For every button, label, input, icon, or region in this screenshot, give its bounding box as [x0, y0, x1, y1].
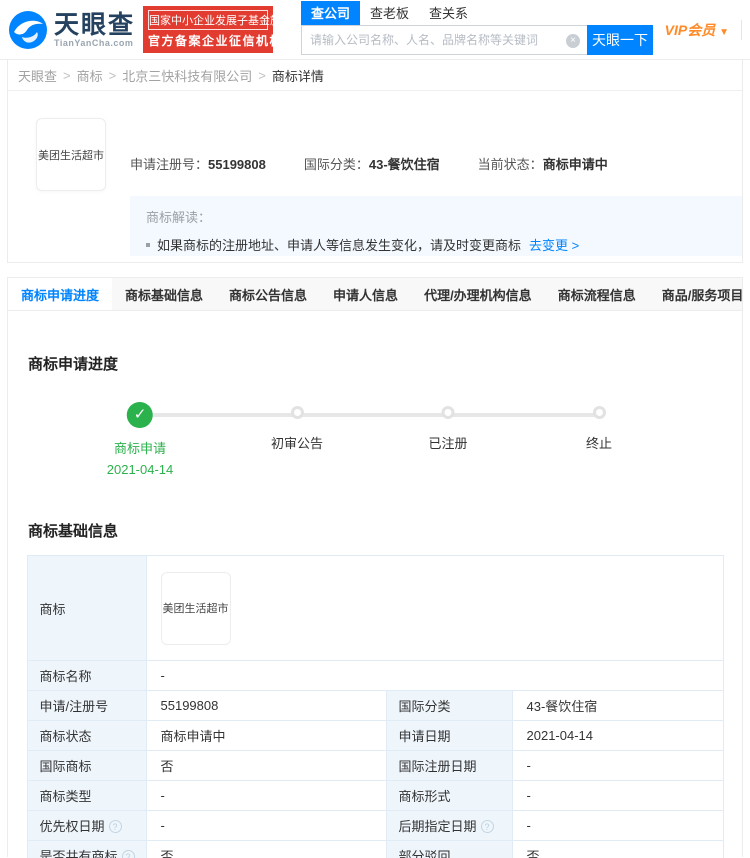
trademark-summary: 美团生活超市 申请注册号：55199808 国际分类：43-餐饮住宿 当前状态：…	[7, 91, 743, 263]
search-button[interactable]: 天眼一下	[587, 25, 654, 55]
step-applied: ✓ 商标申请 2021-04-14	[106, 402, 174, 477]
badge-line2: 官方备案企业征信机构	[148, 34, 284, 48]
search-tab-boss[interactable]: 查老板	[360, 1, 419, 25]
tab-applicant-info[interactable]: 申请人信息	[320, 278, 411, 310]
step-terminated: 终止	[586, 402, 612, 452]
label-trademark: 商标	[26, 555, 147, 661]
progress-section-title: 商标申请进度	[28, 356, 119, 373]
step-applied-date: 2021-04-14	[106, 462, 174, 477]
breadcrumb-home[interactable]: 天眼查	[18, 66, 57, 85]
chevron-down-icon: ▼	[719, 26, 729, 38]
certification-badge: 国家中小企业发展子基金旗下 官方备案企业征信机构	[143, 6, 292, 53]
tab-goods-services[interactable]: 商品/服务项目	[649, 278, 750, 310]
table-row: 商标类型 - 商标形式 -	[26, 780, 724, 811]
brand-name: 天眼查	[54, 10, 136, 39]
tab-process-info[interactable]: 商标流程信息	[545, 278, 649, 310]
trademark-interpretation-box: 商标解读： 如果商标的注册地址、申请人等信息发生变化，请及时变更商标 去变更 >	[130, 196, 742, 256]
bullet-icon	[146, 243, 150, 247]
badge-line1: 国家中小企业发展子基金旗下	[148, 10, 292, 30]
help-icon[interactable]: ?	[108, 820, 122, 833]
basic-info-section-title: 商标基础信息	[28, 523, 119, 540]
search-area: 查公司 查老板 查关系 × 天眼一下	[301, 1, 654, 55]
application-progress-stepper: ✓ 商标申请 2021-04-14 初审公告 已注册 终止	[8, 402, 742, 490]
search-tabs: 查公司 查老板 查关系	[301, 1, 653, 25]
current-status-field: 当前状态：商标申请中	[477, 157, 608, 172]
search-tab-relation[interactable]: 查关系	[419, 1, 478, 25]
table-row-name: 商标名称 -	[26, 660, 724, 691]
tab-agency-info[interactable]: 代理/办理机构信息	[411, 278, 545, 310]
help-icon[interactable]: ?	[121, 850, 135, 858]
go-change-link[interactable]: 去变更 >	[529, 238, 579, 253]
step-dot-icon	[441, 406, 455, 419]
stepper-line	[140, 413, 599, 417]
tab-announcement-info[interactable]: 商标公告信息	[216, 278, 320, 310]
breadcrumb-company[interactable]: 北京三快科技有限公司	[122, 66, 252, 85]
summary-fields: 申请注册号：55199808 国际分类：43-餐饮住宿 当前状态：商标申请中	[130, 154, 646, 173]
interpretation-title: 商标解读：	[146, 210, 212, 225]
intl-class-field: 国际分类：43-餐饮住宿	[303, 157, 440, 172]
search-input[interactable]	[302, 26, 588, 54]
table-row: 商标状态 商标申请中 申请日期 2021-04-14	[26, 720, 724, 751]
table-row: 申请/注册号 55199808 国际分类 43-餐饮住宿	[26, 690, 724, 721]
vip-member-link[interactable]: VIP会员 ▼	[665, 20, 729, 40]
step-preliminary-announcement: 初审公告	[271, 402, 323, 452]
table-row-trademark: 商标 美团生活超市	[26, 555, 724, 661]
tab-basic-info[interactable]: 商标基础信息	[112, 278, 216, 310]
breadcrumb: 天眼查 > 商标 > 北京三快科技有限公司 > 商标详情	[7, 60, 743, 91]
tab-application-progress[interactable]: 商标申请进度	[8, 278, 113, 310]
main-content: 商标申请进度 ✓ 商标申请 2021-04-14 初审公告 已注册 终止 商标基…	[7, 311, 743, 858]
check-icon: ✓	[127, 402, 153, 428]
help-icon[interactable]: ?	[480, 820, 494, 833]
brand-domain: TianYanCha.com	[54, 37, 134, 48]
interpretation-tip: 如果商标的注册地址、申请人等信息发生变化，请及时变更商标 去变更 >	[146, 235, 726, 254]
basic-info-table: 商标 美团生活超市 商标名称 - 申请/注册号 55199808 国际分类 43…	[26, 555, 724, 858]
table-row: 是否共有商标? 否 部分驳回 否	[26, 840, 724, 858]
header-divider	[741, 19, 742, 40]
table-row: 国际商标 否 国际注册日期 -	[26, 750, 724, 781]
value-trademark-name: -	[145, 660, 724, 691]
registration-number-field: 申请注册号：55199808	[130, 157, 266, 172]
breadcrumb-current: 商标详情	[271, 68, 324, 84]
detail-tabbar: 商标申请进度 商标基础信息 商标公告信息 申请人信息 代理/办理机构信息 商标流…	[7, 277, 743, 311]
breadcrumb-trademark[interactable]: 商标	[77, 66, 103, 85]
step-dot-icon	[592, 406, 606, 419]
tianyancha-logo[interactable]: 天眼查 TianYanCha.com	[8, 10, 135, 50]
eye-logo-icon	[9, 10, 47, 49]
search-tab-company[interactable]: 查公司	[301, 1, 361, 25]
header: 天眼查 TianYanCha.com 国家中小企业发展子基金旗下 官方备案企业征…	[0, 0, 750, 60]
clear-search-icon[interactable]: ×	[566, 34, 581, 48]
trademark-image-small: 美团生活超市	[160, 571, 231, 645]
trademark-image: 美团生活超市	[36, 118, 106, 191]
step-dot-icon	[290, 406, 304, 419]
table-row: 优先权日期? - 后期指定日期? -	[26, 810, 724, 841]
step-registered: 已注册	[428, 402, 468, 452]
label-trademark-name: 商标名称	[26, 660, 147, 691]
